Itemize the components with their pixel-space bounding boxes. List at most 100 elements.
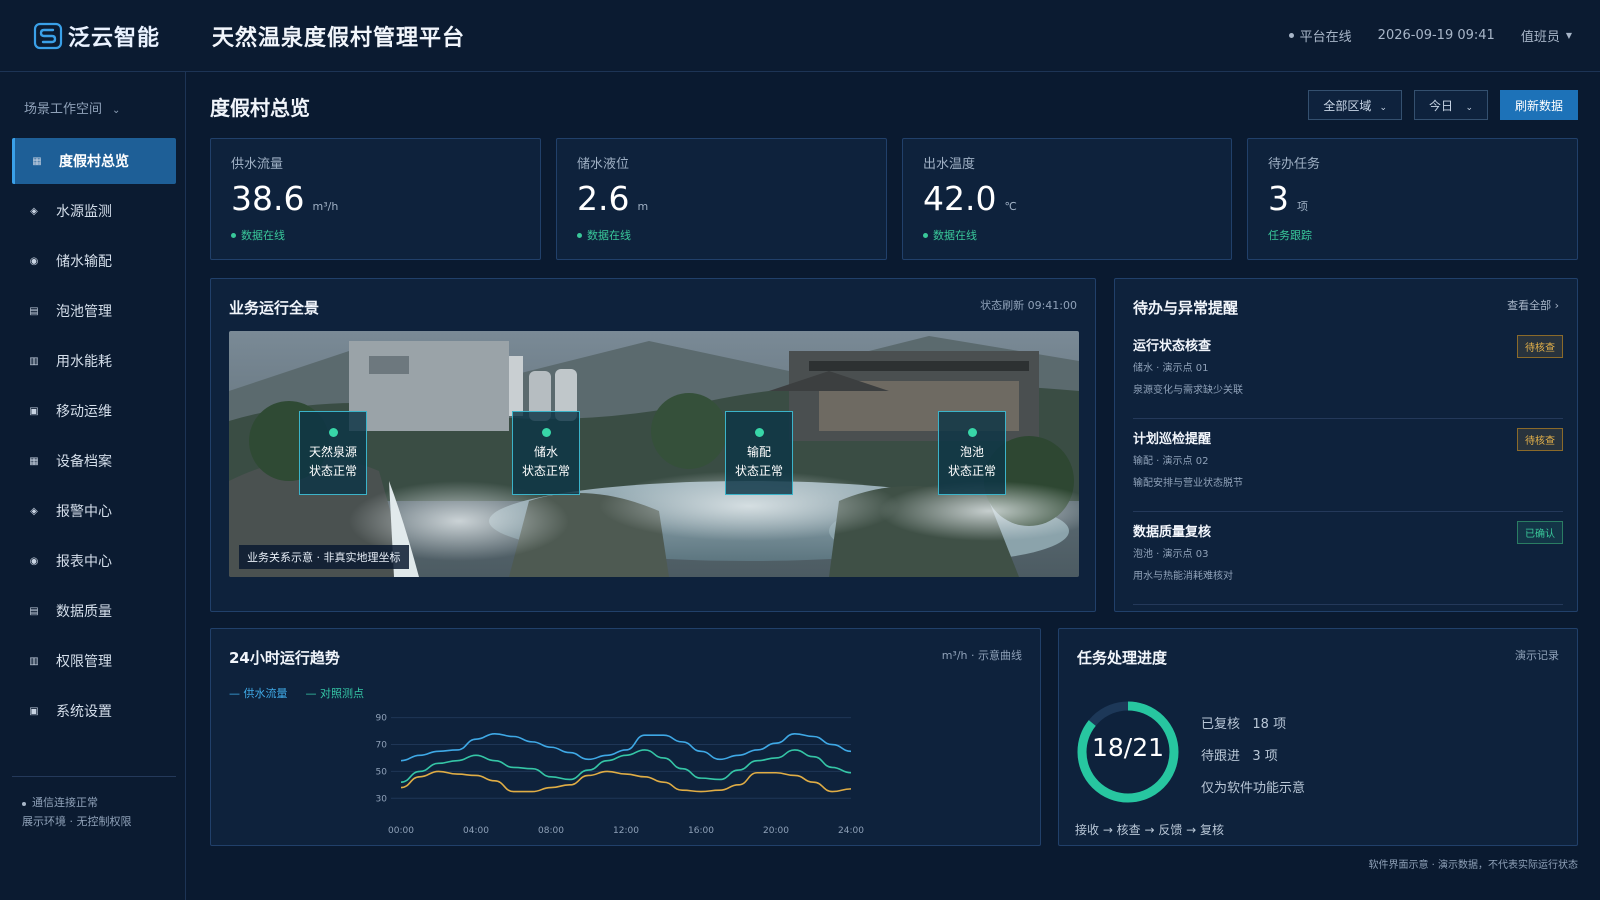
platform-status: 平台在线 [1288,26,1352,45]
y-tick-label: 50 [376,767,388,777]
refresh-button[interactable]: 刷新数据 [1499,90,1578,120]
overview-title: 业务运行全景 [229,299,320,317]
platform-title: 天然温泉度假村管理平台 [212,26,466,51]
sidebar-nav: ▦ 度假村总览 ◈ 水源监测 ◉ 储水输配 ▤ 泡池管理 ▥ 用水能耗 ▣ 移动运维 ▦ 设备档案 ◈ 报警中… [12,138,176,738]
kpi-value: 3 [1268,179,1289,218]
y-tick-label: 70 [376,741,388,751]
alert-item[interactable]: 运行状态核查 储水 · 演示点 01 泉源变化与需求缺少关联 待核查 [1133,335,1563,419]
x-tick-label: 08:00 [538,826,564,836]
kpi-unit: m [637,200,649,213]
sidebar-item-7[interactable]: ◈ 报警中心 [12,488,176,534]
flow-node-storage[interactable]: 储水 状态正常 [512,411,580,495]
view-all-link[interactable]: 查看全部 › [1507,297,1559,313]
kpi-value: 2.6 [577,179,630,218]
node-name: 输配 [746,445,771,459]
kpi-card-tasks: 待办任务 3项 任务跟踪 [1247,138,1578,260]
sidebar-item-11[interactable]: ▣ 系统设置 [12,688,176,734]
kpi-value-row: 42.0 ℃ [923,179,1017,218]
sidebar-item-6[interactable]: ▦ 设备档案 [12,438,176,484]
sidebar-item-3[interactable]: ▤ 泡池管理 [12,288,176,334]
node-state: 状态正常 [734,464,783,478]
status-dot-icon [328,428,338,437]
sidebar-item-9[interactable]: ▤ 数据质量 [12,588,176,634]
progress-details: 已复核 18 项 待跟进 3 项 仅为软件功能示意 [1201,709,1305,805]
kpi-unit: ℃ [1004,200,1017,213]
alert-title: 数据质量复核 [1133,525,1212,540]
overview-panel: 业务运行全景 状态刷新 09:41:00 天然泉源 状态正常 储水 状态正常 输… [210,278,1096,612]
alert-description: 泉源变化与需求缺少关联 [1133,385,1243,396]
sidebar-item-4[interactable]: ▥ 用水能耗 [12,338,176,384]
alert-title: 计划巡检提醒 [1133,432,1212,447]
sidebar-item-label: 数据质量 [56,604,112,620]
page-title: 度假村总览 [210,96,310,120]
kpi-status: 任务跟踪 [1268,227,1312,243]
kpi-status-text: 任务跟踪 [1268,229,1312,242]
user-menu[interactable]: 值班员 ▼ [1521,26,1572,45]
kpi-status: 数据在线 [231,227,285,243]
flow-node-source[interactable]: 天然泉源 状态正常 [299,411,367,495]
y-tick-label: 30 [376,794,388,804]
trend-chart: 30 50 70 90 00:00 04:00 08:00 12:00 16:00 20:00 24… [376,714,865,836]
alert-description: 用水与热能消耗难核对 [1133,571,1233,582]
toolbar: 全部区域 ⌄ 今日 ⌄ 刷新数据 [1296,90,1578,120]
flow-node-distribution[interactable]: 输配 状态正常 [725,411,793,495]
sidebar-item-1[interactable]: ◈ 水源监测 [12,188,176,234]
platform-status-text: 平台在线 [1299,30,1352,45]
scene-caption: 业务关系示意 · 非真实地理坐标 [239,545,409,569]
header-status-bar: 平台在线 2026-09-19 09:41 值班员 ▼ [1263,26,1572,45]
node-name: 天然泉源 [308,445,357,459]
trend-panel: 24小时运行趋势 m³/h · 示意曲线 — 供水流量 — 对照测点 30 50 7… [210,628,1041,846]
sidebar-item-label: 移动运维 [56,404,112,420]
sidebar-item-5[interactable]: ▣ 移动运维 [12,388,176,434]
alert-item[interactable]: 计划巡检提醒 输配 · 演示点 02 输配安排与营业状态脱节 待核查 [1133,428,1563,512]
brand-logo[interactable]: 泛云智能 [32,18,160,54]
period-select-value: 今日 [1428,98,1453,113]
square-icon: ▣ [29,705,39,717]
node-name: 泡池 [959,445,984,459]
flow-node-pool[interactable]: 泡池 状态正常 [938,411,1006,495]
x-tick-label: 20:00 [763,826,789,836]
kpi-value: 38.6 [231,179,305,218]
sidebar-item-0[interactable]: ▦ 度假村总览 [12,138,176,184]
list-icon: ▤ [29,605,39,617]
progress-count: 18/21 [1091,733,1165,762]
kpi-unit: m³/h [312,200,339,213]
sidebar-item-10[interactable]: ▥ 权限管理 [12,638,176,684]
region-select[interactable]: 全部区域 ⌄ [1308,90,1402,120]
workspace-selector[interactable]: 场景工作空间 ⌄ [24,98,120,117]
sidebar-item-8[interactable]: ◉ 报表中心 [12,538,176,584]
kpi-label: 出水温度 [923,157,976,172]
kpi-card-temperature: 出水温度 42.0 ℃ 数据在线 [902,138,1232,260]
alert-item[interactable]: 数据质量复核 泡池 · 演示点 03 用水与热能消耗难核对 已确认 [1133,521,1563,605]
progress-title: 任务处理进度 [1077,649,1168,667]
kpi-label: 供水流量 [231,157,284,172]
workspace-label: 场景工作空间 [24,102,103,117]
sidebar-footer: 通信连接正常 展示环境 · 无控制权限 [12,776,176,831]
alert-location: 输配 · 演示点 02 [1133,456,1209,467]
kpi-label: 待办任务 [1268,157,1321,172]
grid-icon: ▦ [29,455,39,467]
period-select[interactable]: 今日 ⌄ [1413,90,1488,120]
brand-logo-icon [33,22,63,50]
top-header: 泛云智能 天然温泉度假村管理平台 平台在线 2026-09-19 09:41 值… [0,0,1600,72]
kpi-status-text: 数据在线 [241,229,285,242]
sidebar-item-label: 权限管理 [56,654,112,670]
x-tick-label: 04:00 [463,826,489,836]
sidebar-item-label: 设备档案 [56,454,112,470]
sidebar-item-2[interactable]: ◉ 储水输配 [12,238,176,284]
bars-icon: ▥ [29,355,39,367]
chevron-down-icon: ⌄ [1465,102,1473,113]
chevron-down-icon: ⌄ [1379,102,1387,113]
bars-icon: ▥ [29,655,39,667]
alert-location: 泡池 · 演示点 03 [1133,549,1209,560]
node-state: 状态正常 [308,464,357,478]
grid-icon: ▦ [32,155,42,167]
x-tick-label: 12:00 [613,826,639,836]
kpi-status-text: 数据在线 [587,229,631,242]
alert-location: 储水 · 演示点 01 [1133,363,1209,374]
status-dot-icon [754,428,764,437]
alerts-title: 待办与异常提醒 [1133,299,1239,317]
x-tick-label: 16:00 [688,826,714,836]
node-state: 状态正常 [521,464,570,478]
status-dot-icon [541,428,551,437]
